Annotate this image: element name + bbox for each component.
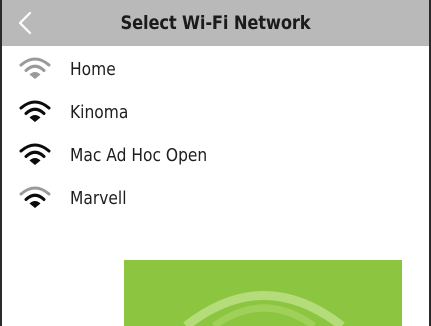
- network-name: Home: [70, 59, 116, 80]
- wifi-icon: [19, 143, 51, 165]
- chevron-left-icon: [18, 11, 32, 35]
- network-name: Kinoma: [70, 102, 129, 123]
- wifi-icon: [19, 186, 51, 208]
- scanning-indicator: [124, 260, 402, 326]
- spinner-icon: [183, 291, 345, 326]
- network-item-home[interactable]: Home: [2, 48, 429, 91]
- network-list: Home Kinoma Mac Ad Hoc Open Marvell: [2, 48, 429, 220]
- network-item-marvell[interactable]: Marvell: [2, 177, 429, 220]
- wifi-icon: [19, 57, 51, 79]
- page-title: Select Wi-Fi Network: [120, 12, 311, 34]
- wifi-selection-screen: Select Wi-Fi Network Home Kinoma Mac Ad …: [0, 0, 431, 326]
- network-name: Marvell: [70, 188, 127, 209]
- wifi-icon: [19, 100, 51, 122]
- network-item-mac-ad-hoc-open[interactable]: Mac Ad Hoc Open: [2, 134, 429, 177]
- header-bar: Select Wi-Fi Network: [2, 0, 429, 46]
- network-item-kinoma[interactable]: Kinoma: [2, 91, 429, 134]
- network-name: Mac Ad Hoc Open: [70, 145, 208, 166]
